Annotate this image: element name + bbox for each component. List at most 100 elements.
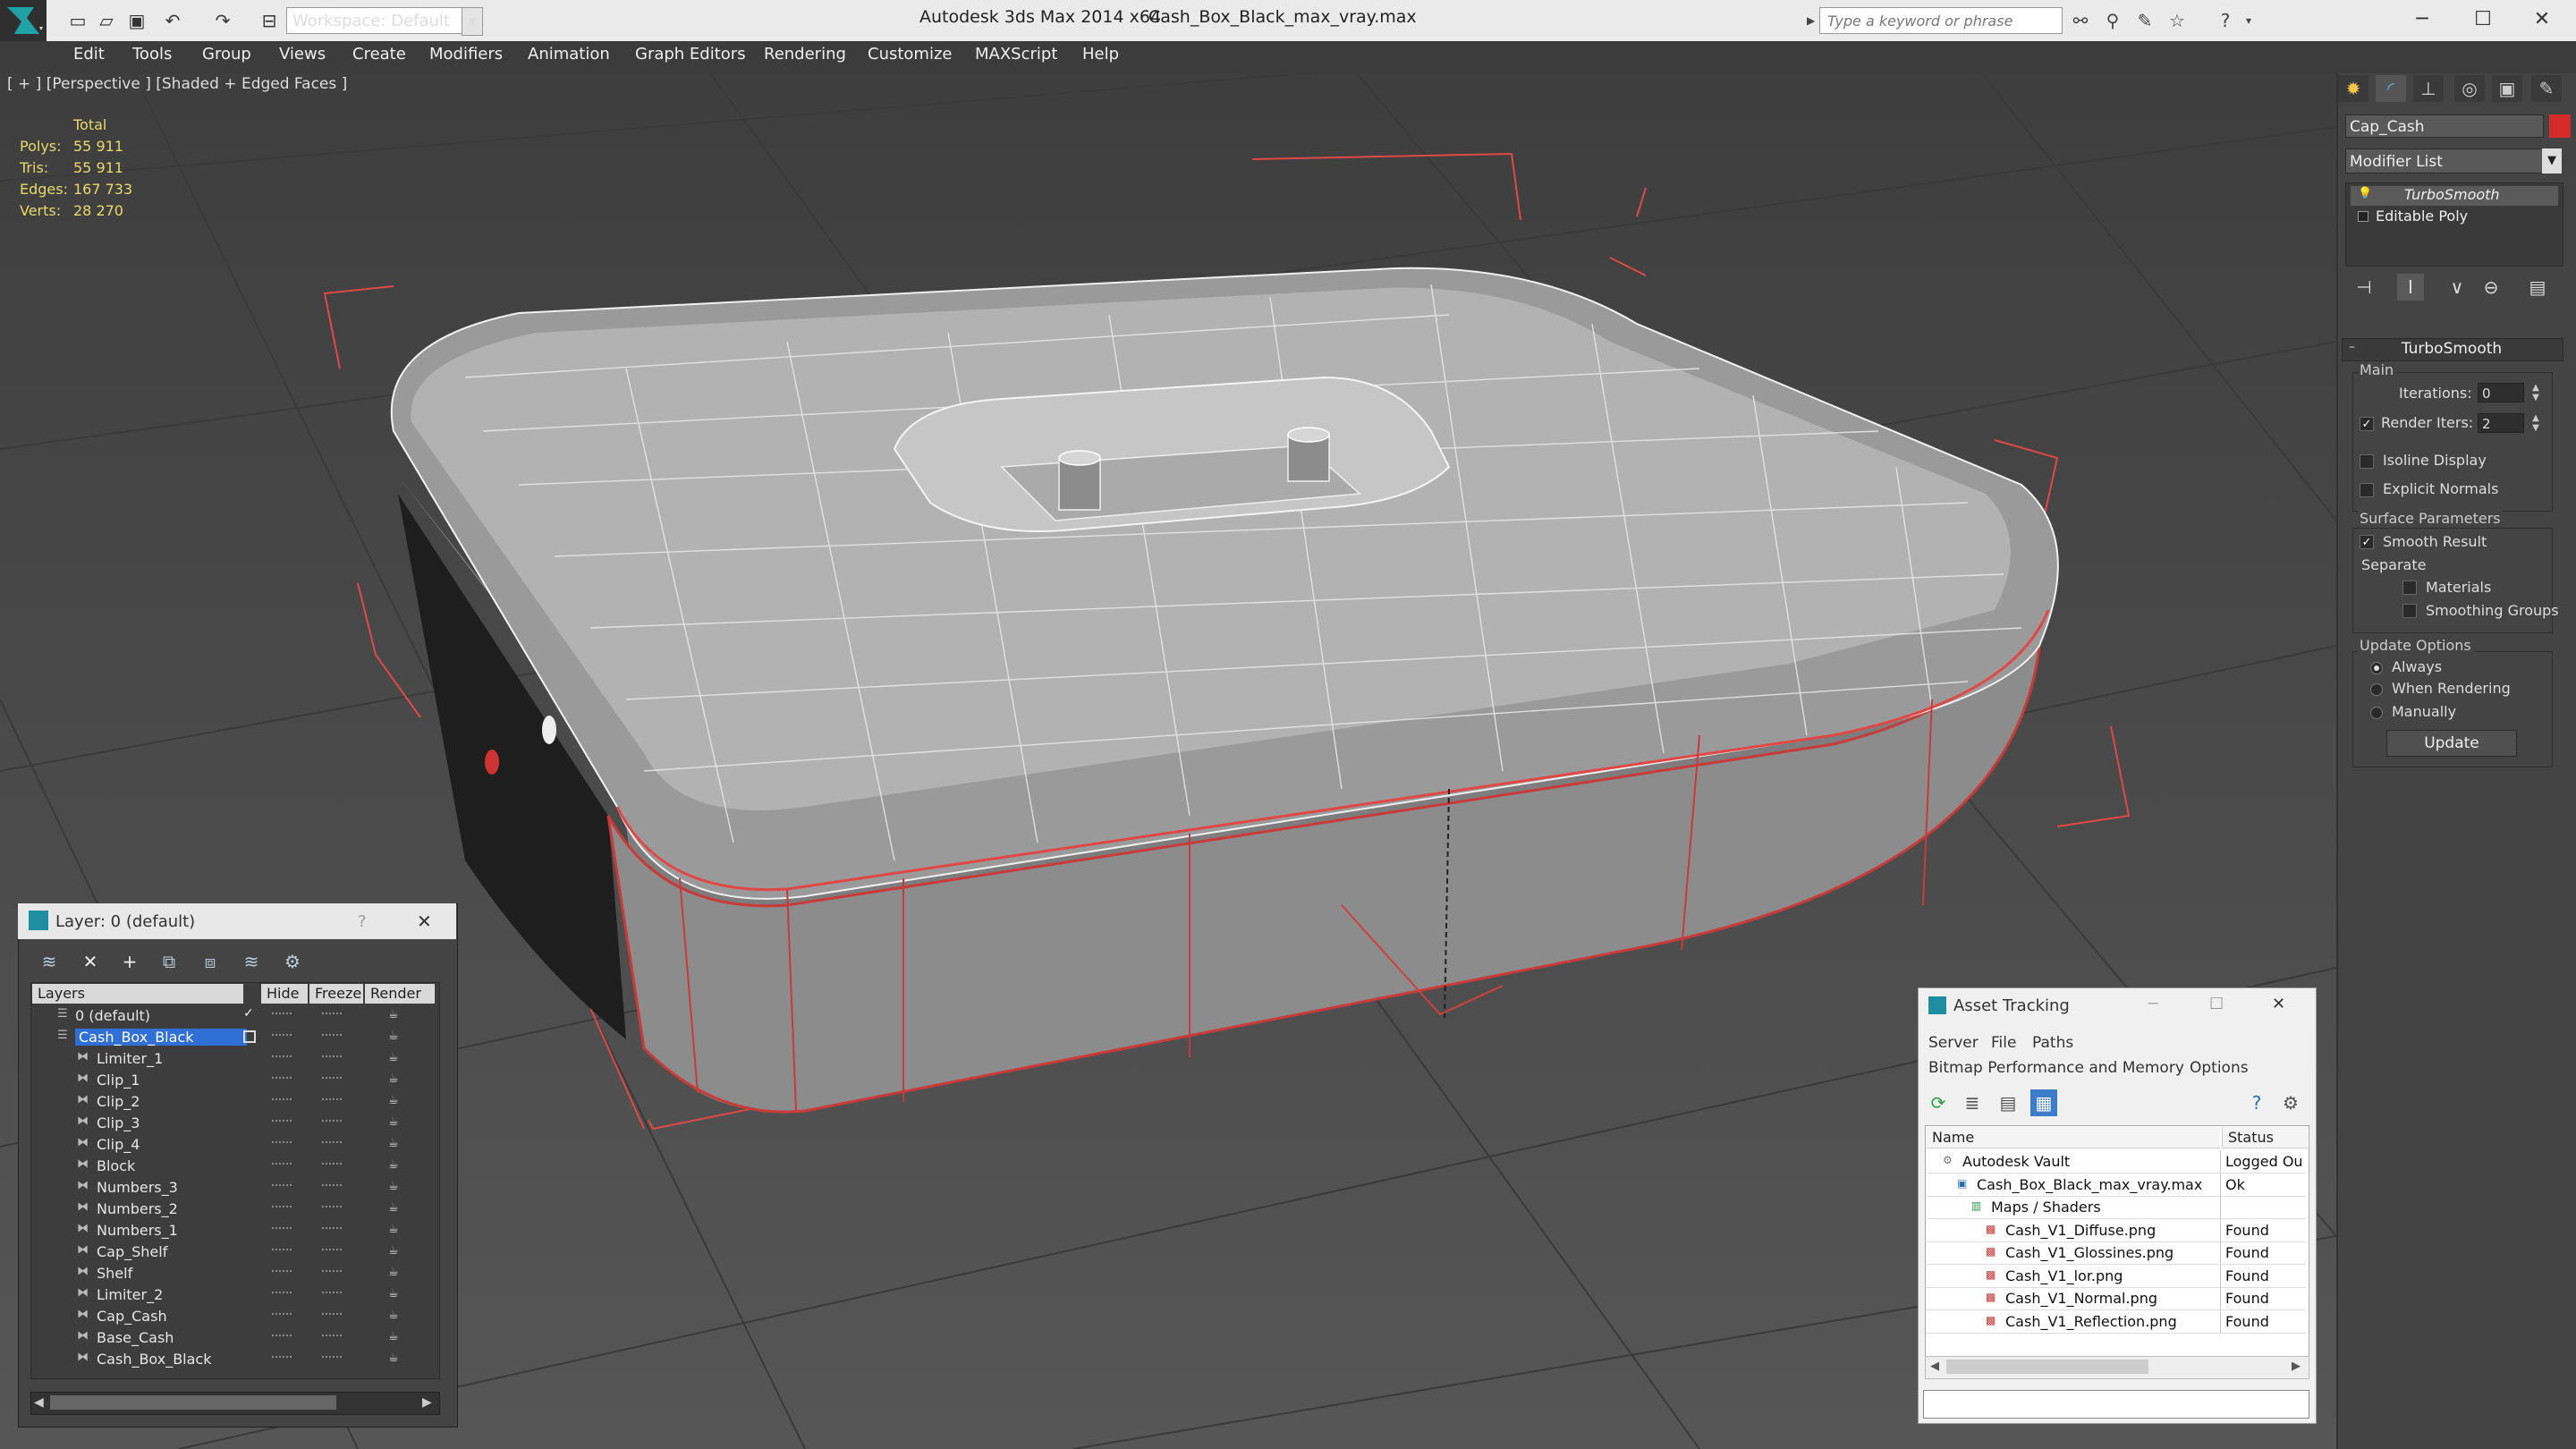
maximize-window-button[interactable]: ☐ [2456,4,2510,36]
freeze-toggle[interactable] [322,1077,342,1082]
hide-toggle[interactable] [272,1120,292,1125]
layer-name[interactable]: Block [97,1157,135,1174]
asset-menu-server[interactable]: Server [1928,1034,1979,1052]
iterations-spinner[interactable]: 0 [2478,383,2524,402]
layer-name[interactable]: 0 (default) [75,1007,150,1024]
layer-row[interactable]: ☰ 0 (default) ✓ ☕ [32,1005,436,1027]
menu-tools[interactable]: Tools [132,45,172,64]
manually-radio[interactable] [2370,707,2383,719]
close-icon[interactable]: ✕ [2272,995,2285,1013]
settings-icon[interactable]: ⚙ [2277,1089,2304,1116]
menu-edit[interactable]: Edit [73,45,105,64]
layer-row[interactable]: ☰ Cash_Box_Black ☕ [32,1027,436,1048]
asset-scrollbar-thumb[interactable] [1946,1360,2148,1374]
viewport-label[interactable]: [ + ] [Perspective ] [Shaded + Edged Fac… [7,75,347,93]
expand-plus-icon[interactable] [2358,211,2368,222]
freeze-all-layers-icon[interactable]: ⚙ [279,948,306,975]
chevron-down-icon[interactable]: ▼ [2542,148,2562,174]
layer-row[interactable]: ⧓ Numbers_2 ☕ [32,1199,436,1220]
freeze-toggle[interactable] [322,1227,342,1233]
freeze-toggle[interactable] [322,1163,342,1168]
lightbulb-icon[interactable]: 💡 [2358,187,2372,200]
freeze-toggle[interactable] [322,1120,342,1125]
isoline-display-checkbox[interactable] [2360,454,2374,469]
close-window-button[interactable]: ✕ [2515,4,2569,36]
menu-help[interactable]: Help [1082,45,1119,64]
hide-toggle[interactable] [272,1184,292,1190]
freeze-toggle[interactable] [322,1356,342,1361]
stack-item-editable-poly[interactable]: Editable Poly [2376,208,2468,225]
materials-checkbox[interactable] [2402,580,2417,595]
refresh-icon[interactable]: ⟳ [1925,1089,1952,1116]
spinner-arrows-icon[interactable]: ▲ ▼ [2529,413,2542,433]
maximize-icon[interactable]: ☐ [2209,995,2224,1013]
render-column-header[interactable]: Render [365,984,435,1004]
asset-row[interactable]: ▩ Cash_V1_Glossines.png Found [1927,1241,2306,1265]
freeze-toggle[interactable] [322,1335,342,1340]
freeze-toggle[interactable] [322,1184,342,1190]
freeze-toggle[interactable] [322,1270,342,1275]
hide-toggle[interactable] [272,1141,292,1147]
render-teapot-icon[interactable]: ☕ [388,1180,399,1193]
render-teapot-icon[interactable]: ☕ [388,1072,399,1086]
object-name-field[interactable]: Cap_Cash [2345,114,2544,138]
hide-toggle[interactable] [272,1356,292,1361]
smoothing-groups-checkbox[interactable] [2402,604,2417,618]
highlight-layer-icon[interactable]: ⧈ [197,948,224,975]
menu-customize[interactable]: Customize [868,45,952,64]
spinner-arrows-icon[interactable]: ▲ ▼ [2529,383,2542,402]
layer-name[interactable]: Cash_Box_Black [75,1029,247,1046]
select-in-layer-icon[interactable]: ⧉ [156,948,182,975]
menu-modifiers[interactable]: Modifiers [429,45,503,64]
render-iters-spinner[interactable]: 2 [2478,413,2524,433]
render-teapot-icon[interactable]: ☕ [388,1008,399,1021]
app-logo-button[interactable] [0,0,47,41]
scroll-left-icon[interactable]: ◀ [1930,1360,1939,1373]
layer-name[interactable]: Clip_4 [97,1136,140,1153]
render-teapot-icon[interactable]: ☕ [388,1030,399,1043]
layer-name[interactable]: Clip_3 [97,1114,140,1131]
create-tab-icon[interactable]: ✹ [2338,75,2368,102]
create-layer-icon[interactable]: ≋ [36,948,63,975]
render-teapot-icon[interactable]: ☕ [388,1094,399,1107]
hide-toggle[interactable] [272,1206,292,1211]
minimize-icon[interactable]: ─ [2148,995,2158,1013]
utilities-tab-icon[interactable]: ✎ [2531,75,2562,102]
layer-name[interactable]: Limiter_2 [97,1286,163,1303]
object-color-swatch[interactable] [2549,114,2571,138]
layer-name[interactable]: Cap_Shelf [97,1243,167,1260]
render-teapot-icon[interactable]: ☕ [388,1309,399,1322]
freeze-toggle[interactable] [322,1249,342,1254]
layer-name[interactable]: Numbers_2 [97,1200,178,1217]
display-tab-icon[interactable]: ▣ [2492,75,2522,102]
hide-toggle[interactable] [272,1292,292,1297]
detail-view-icon[interactable]: ▤ [1995,1089,2021,1116]
expand-arrow-icon[interactable]: ▶ [1807,13,1816,29]
when-rendering-radio[interactable] [2370,683,2383,696]
layer-name[interactable]: Limiter_1 [97,1050,163,1067]
pin-stack-icon[interactable]: ⊣ [2351,274,2377,301]
chevron-down-icon[interactable]: ▼ [462,7,483,36]
delete-layer-icon[interactable]: ✕ [77,948,104,975]
menu-views[interactable]: Views [279,45,326,64]
asset-row[interactable]: ▩ Cash_V1_Normal.png Found [1927,1287,2306,1310]
hide-toggle[interactable] [272,1077,292,1082]
layer-row[interactable]: ⧓ Limiter_1 ☕ [32,1048,436,1070]
freeze-toggle[interactable] [322,1098,342,1104]
asset-row[interactable]: ▩ Cash_V1_Diffuse.png Found [1927,1219,2306,1242]
minimize-window-button[interactable]: ─ [2395,4,2449,36]
always-radio[interactable] [2370,662,2383,674]
asset-menu-options[interactable]: Options [2190,1059,2249,1077]
menu-maxscript[interactable]: MAXScript [975,45,1057,64]
render-teapot-icon[interactable]: ☕ [388,1051,399,1064]
motion-tab-icon[interactable]: ◎ [2454,75,2485,102]
menu-graph-editors[interactable]: Graph Editors [635,45,746,64]
render-teapot-icon[interactable]: ☕ [388,1330,399,1343]
scroll-left-icon[interactable]: ◀ [34,1395,44,1410]
redo-icon[interactable]: ↷ [211,9,234,32]
favorites-star-icon[interactable]: ☆ [2165,9,2190,32]
make-unique-icon[interactable]: ∨ [2444,274,2470,301]
layer-name[interactable]: Numbers_3 [97,1179,178,1196]
freeze-toggle[interactable] [322,1292,342,1297]
layer-help-button[interactable]: ? [358,912,367,931]
